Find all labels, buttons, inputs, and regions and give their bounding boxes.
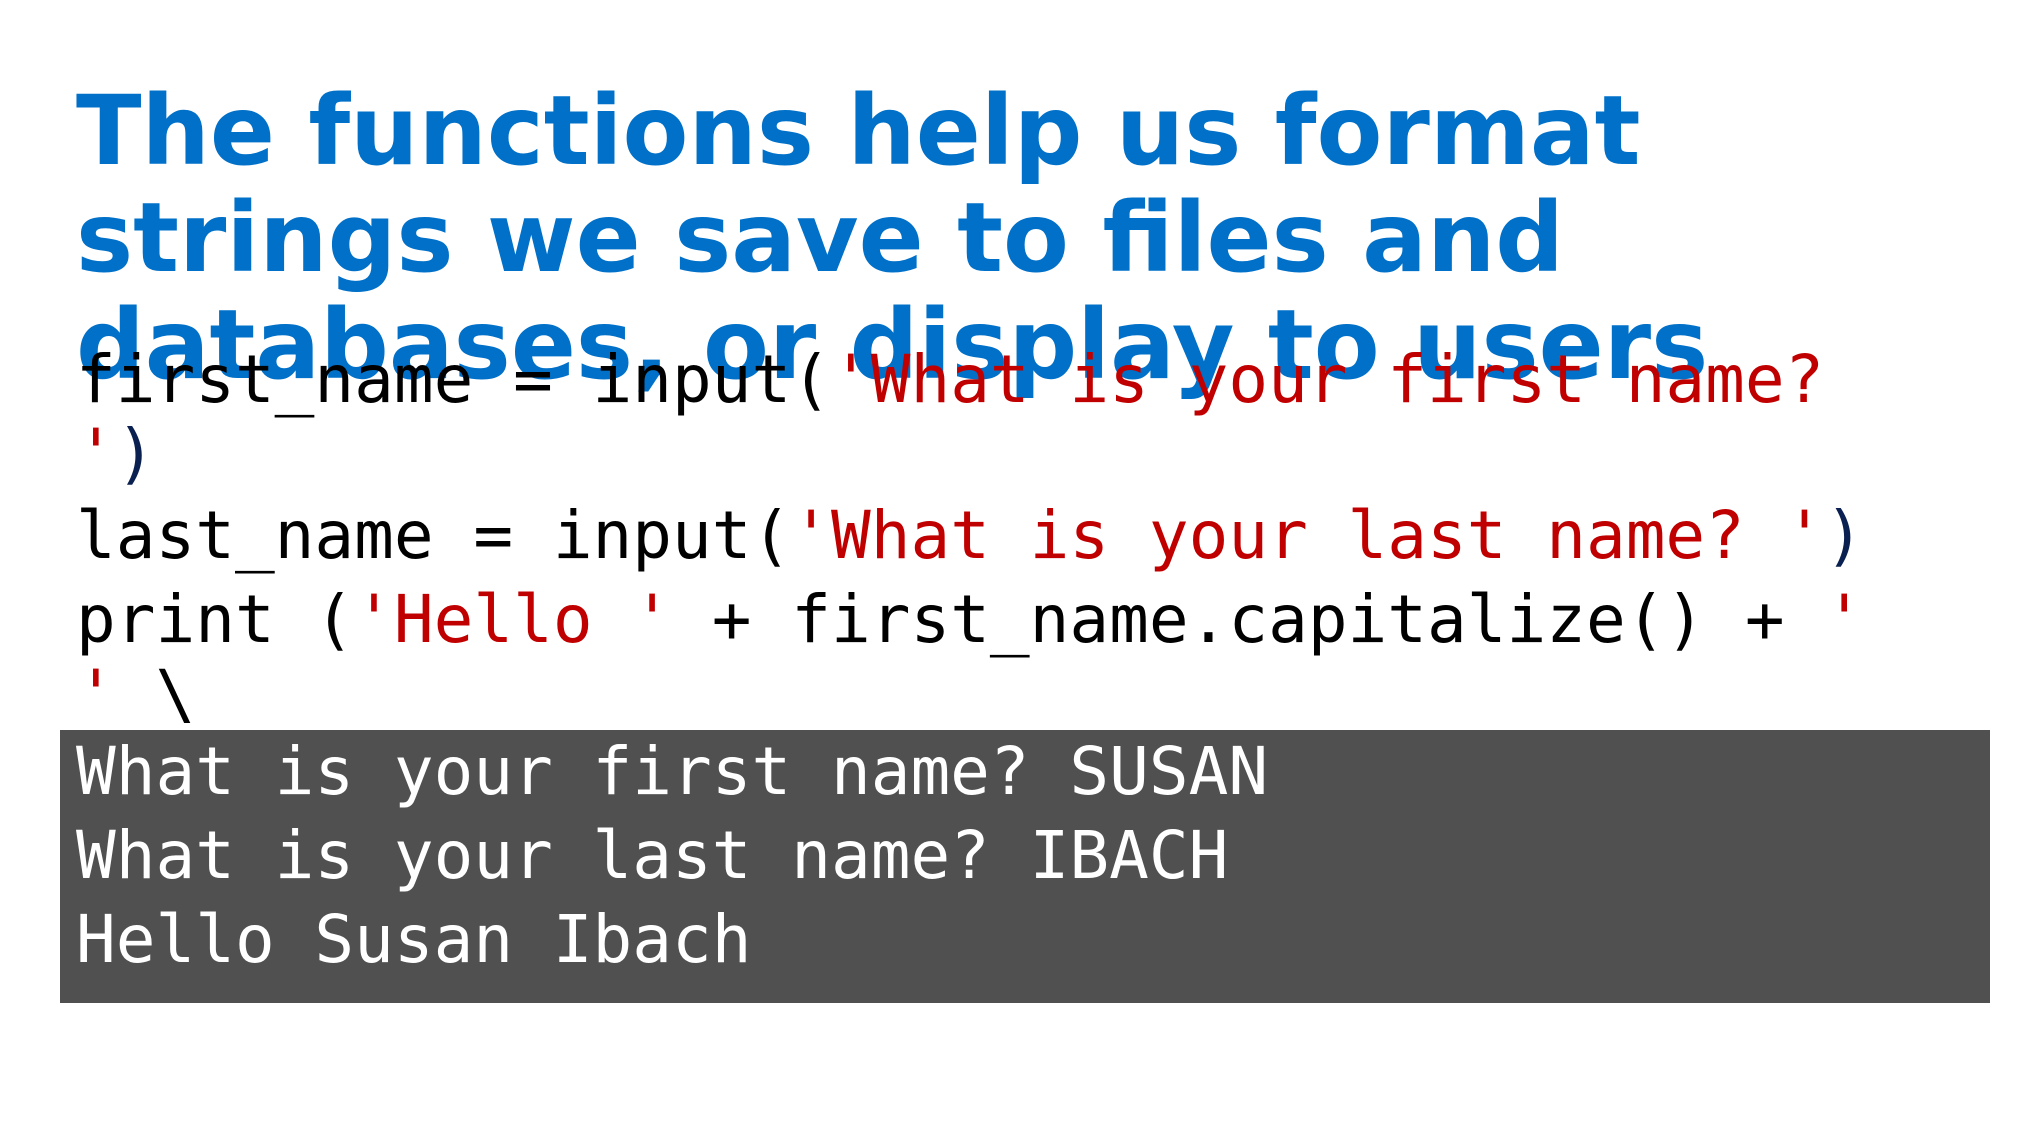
title-line-2: strings we save to files and (76, 182, 1564, 294)
code-text: last_name = input( (76, 497, 792, 574)
code-string: 'Hello ' (354, 581, 673, 658)
code-text: \ (115, 656, 196, 733)
output-line-first: What is your first name? SUSAN (76, 733, 1269, 810)
output-line-greeting: Hello Susan Ibach (76, 901, 752, 978)
code-line-print: print ('Hello ' + first_name.capitalize(… (76, 578, 1864, 662)
code-paren: ) (1824, 497, 1865, 574)
slide: The functions help us format strings we s… (0, 0, 2040, 1147)
code-string: 'What is your first name? (830, 341, 1825, 418)
console-output-panel: What is your first name? SUSAN What is y… (60, 730, 1990, 1003)
code-string: ' (1824, 581, 1865, 658)
title-line-1: The functions help us format (76, 75, 1641, 187)
code-line-print-cont: ' \ (76, 653, 195, 737)
code-string: ' (76, 656, 116, 733)
output-line-last: What is your last name? IBACH (76, 817, 1229, 894)
code-paren: ) (115, 415, 156, 492)
code-string: 'What is your last name? ' (791, 497, 1825, 574)
code-line-first-name-cont: ') (76, 412, 156, 496)
code-line-first-name: first_name = input('What is your first n… (76, 338, 1824, 422)
code-text: print ( (76, 581, 355, 658)
code-text: + first_name.capitalize() + (672, 581, 1825, 658)
code-string: ' (76, 415, 116, 492)
code-line-last-name: last_name = input('What is your last nam… (76, 494, 1864, 578)
code-text: first_name = input( (76, 341, 831, 418)
